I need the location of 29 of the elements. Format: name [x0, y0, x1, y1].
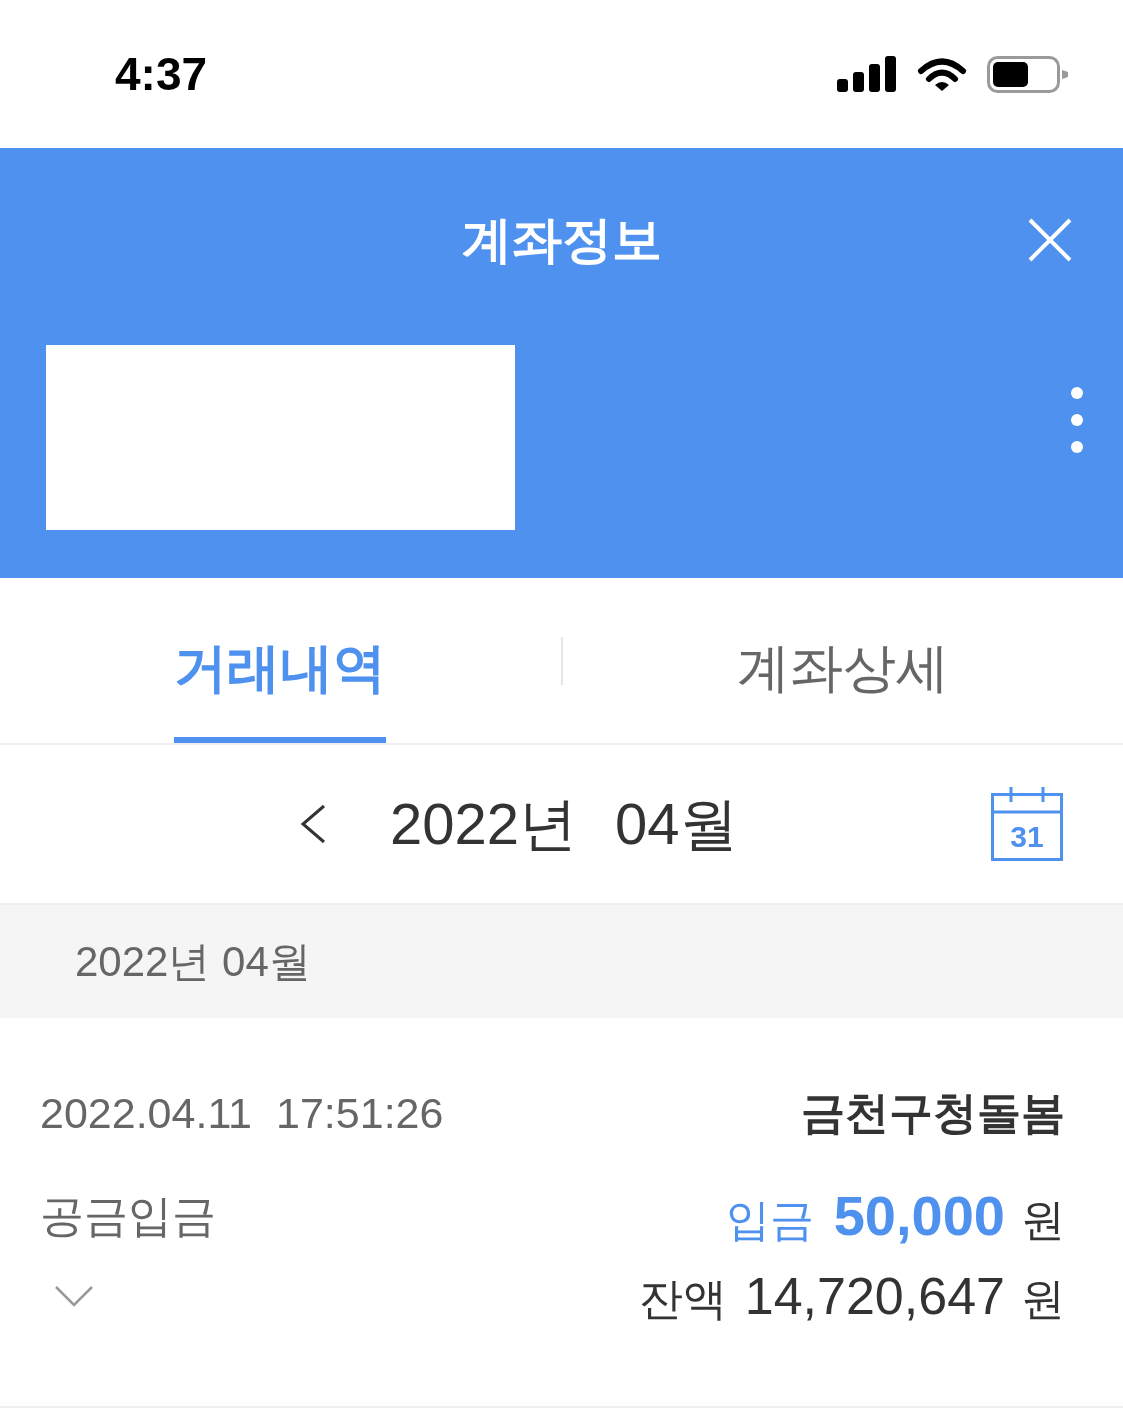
- counterparty-name: 금천구청돌봄: [801, 1091, 1065, 1135]
- close-icon: [1028, 218, 1072, 262]
- chevron-left-icon: [300, 804, 326, 844]
- transaction-date: 2022.04.11: [40, 1091, 253, 1135]
- signal-icon: [837, 56, 896, 92]
- section-heading: 2022년 04월: [75, 940, 311, 983]
- transaction-time: 17:51:26: [276, 1091, 444, 1135]
- transaction-description: 공금입금: [40, 1194, 216, 1238]
- battery-icon: [987, 55, 1068, 93]
- year-text: 2022년: [390, 795, 578, 853]
- currency-unit: 원: [1021, 1277, 1065, 1321]
- expand-button[interactable]: [55, 1285, 93, 1307]
- calendar-icon: [991, 787, 1063, 861]
- tab[interactable]: 계좌상세: [736, 618, 949, 743]
- balance-amount: 14,720,647: [744, 1270, 1005, 1322]
- month-text: 04월: [615, 795, 738, 853]
- balance-label: 잔액: [638, 1277, 727, 1321]
- calendar-button[interactable]: 31: [991, 787, 1063, 861]
- status-time: 4:37: [115, 51, 208, 97]
- more-icon: [1070, 387, 1084, 453]
- wifi-icon: [917, 57, 967, 91]
- amount-text: 50,000: [833, 1188, 1005, 1244]
- previous-month-button[interactable]: [300, 804, 326, 844]
- close-button[interactable]: [1028, 218, 1072, 262]
- chevron-down-icon: [55, 1285, 93, 1307]
- currency-unit: 원: [1021, 1198, 1065, 1242]
- transaction-type: 입금: [725, 1198, 814, 1242]
- page-title: 계좌정보: [461, 215, 662, 265]
- more-button[interactable]: [1070, 387, 1084, 453]
